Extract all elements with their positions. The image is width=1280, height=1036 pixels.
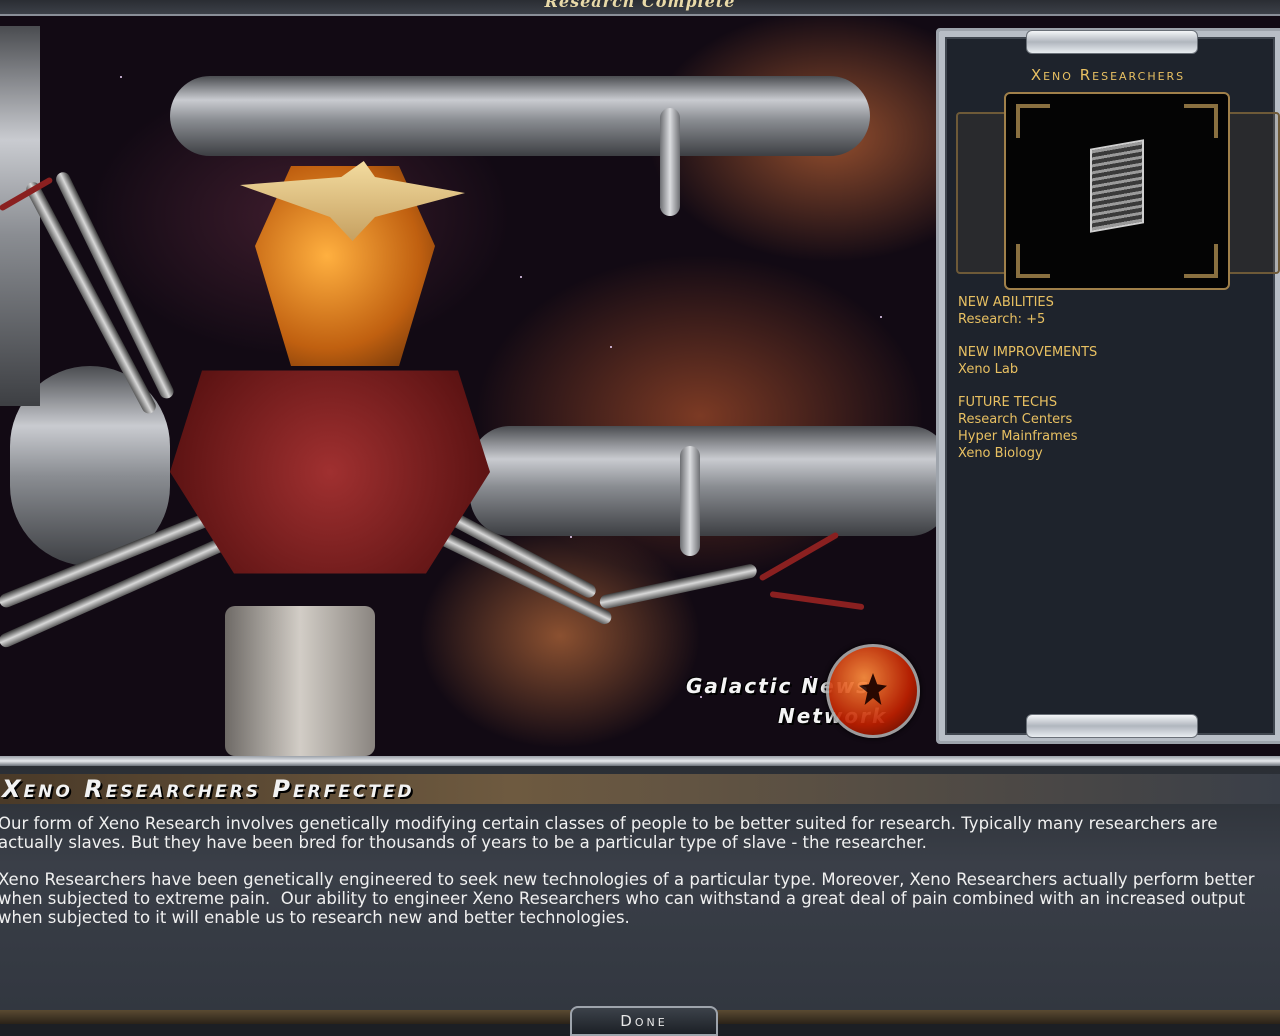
star xyxy=(880,316,882,318)
emblem-icon xyxy=(859,673,887,705)
robot-arm xyxy=(598,562,758,610)
improvement-item: Xeno Lab xyxy=(958,362,1019,377)
star xyxy=(570,536,572,538)
done-button[interactable]: Done xyxy=(570,1006,718,1036)
star xyxy=(520,276,522,278)
description-area: Xeno Researchers Perfected Our form of X… xyxy=(0,766,1280,1010)
pipe-ring xyxy=(680,446,700,556)
corner-ornament-icon xyxy=(1016,244,1050,278)
ability-item: Research: +5 xyxy=(958,312,1046,327)
new-abilities-section: NEW ABILITIES Research: +5 xyxy=(958,294,1054,328)
headline: Xeno Researchers Perfected xyxy=(2,775,415,803)
galactic-news-logo-icon xyxy=(826,644,920,738)
tech-name: Xeno Researchers xyxy=(1030,66,1186,84)
description-paragraph-1: Our form of Xeno Research involves genet… xyxy=(0,814,1223,852)
future-tech-item: Research Centers xyxy=(958,412,1073,427)
section-divider xyxy=(0,756,1280,766)
title-bar: Research Complete xyxy=(0,0,1280,16)
new-improvements-header: NEW IMPROVEMENTS xyxy=(958,345,1098,360)
robot-arm xyxy=(53,169,176,401)
star xyxy=(610,346,612,348)
panel-top-cap xyxy=(1026,30,1198,54)
station-pipe xyxy=(170,76,870,156)
panel-bottom-cap xyxy=(1026,714,1198,738)
robot-claw xyxy=(758,531,840,582)
tech-info-panel: Xeno Researchers NEW ABILITIES Research:… xyxy=(936,28,1280,744)
tech-image-frame xyxy=(1004,92,1230,290)
corner-ornament-icon xyxy=(1184,244,1218,278)
future-tech-item: Hyper Mainframes xyxy=(958,429,1078,444)
future-techs-header: FUTURE TECHS xyxy=(958,395,1058,410)
star xyxy=(120,76,122,78)
pipe-ring xyxy=(660,108,680,216)
corner-ornament-icon xyxy=(1184,104,1218,138)
robot-torso xyxy=(170,370,490,574)
station-strut xyxy=(0,26,40,406)
robot-base xyxy=(225,606,375,756)
corner-ornament-icon xyxy=(1016,104,1050,138)
circuit-chip-icon xyxy=(1090,139,1144,233)
window-title: Research Complete xyxy=(544,0,736,11)
station-pipe xyxy=(470,426,950,536)
robot-claw xyxy=(769,591,865,611)
future-techs-section: FUTURE TECHS Research Centers Hyper Main… xyxy=(958,394,1078,462)
new-improvements-section: NEW IMPROVEMENTS Xeno Lab xyxy=(958,344,1097,378)
future-tech-item: Xeno Biology xyxy=(958,446,1043,461)
new-abilities-header: NEW ABILITIES xyxy=(958,295,1054,310)
description-paragraph-2: Xeno Researchers have been genetically e… xyxy=(0,870,1260,927)
